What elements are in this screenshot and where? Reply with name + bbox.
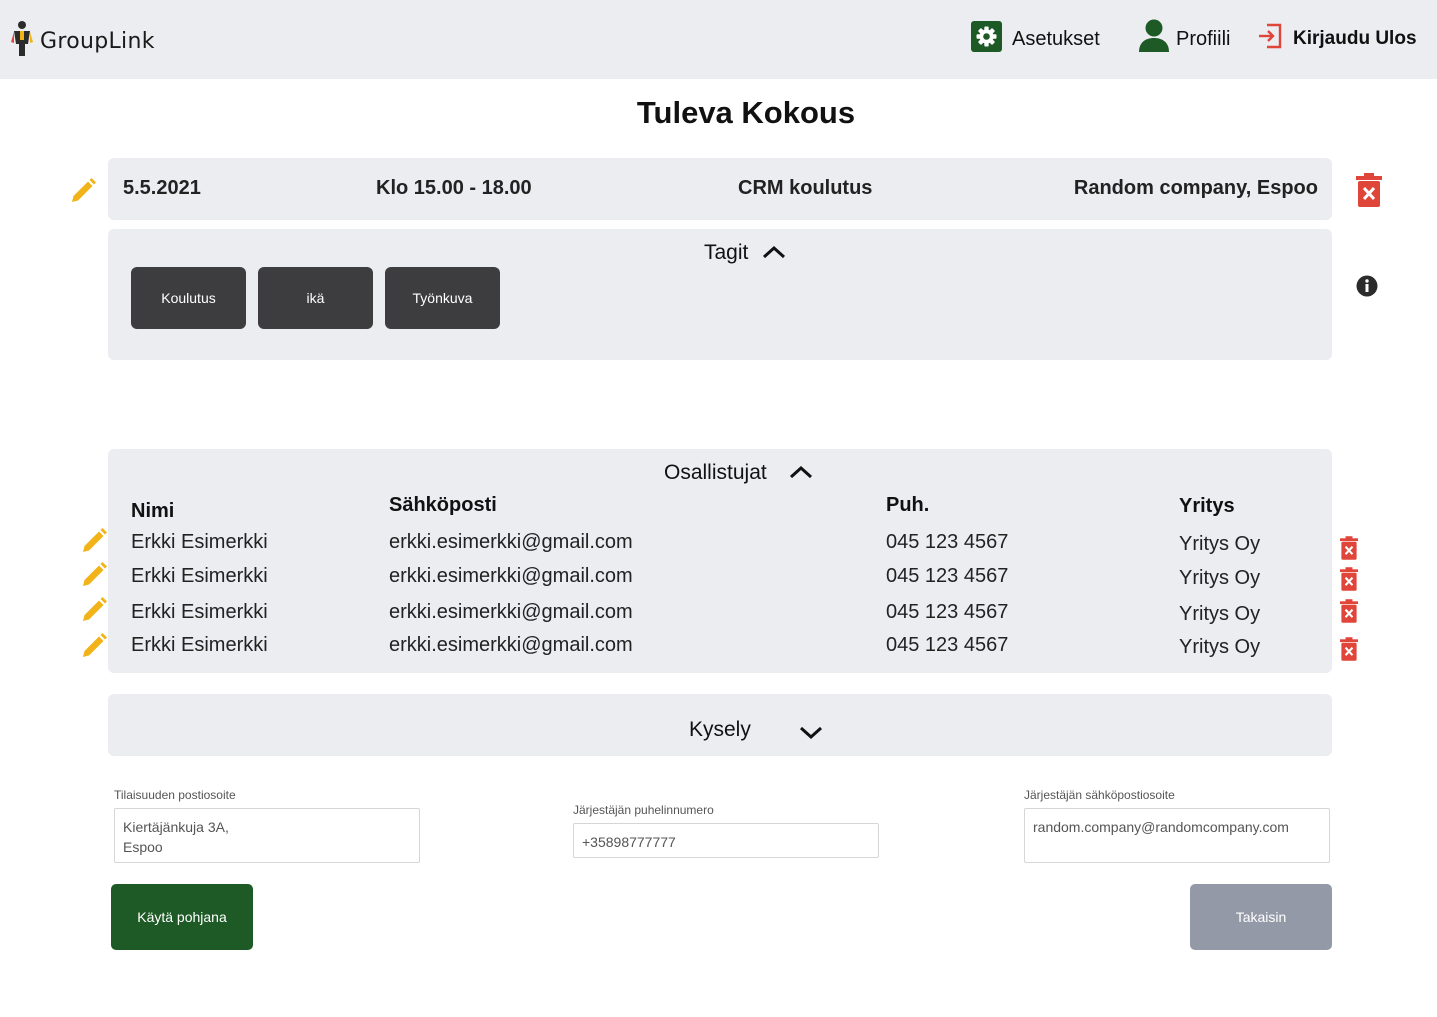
participant-phone: 045 123 4567: [886, 634, 1009, 656]
survey-section[interactable]: Kysely: [108, 694, 1332, 756]
participants-heading: Osallistujat: [664, 461, 767, 484]
profile-link[interactable]: Profiili: [1138, 19, 1231, 59]
top-navigation-bar: GroupLink Asetukset Profiili Kirjaudu Ul…: [0, 0, 1437, 79]
info-icon[interactable]: [1356, 275, 1378, 297]
edit-participant-pencil-icon[interactable]: [80, 632, 108, 660]
edit-participant-pencil-icon[interactable]: [80, 527, 108, 555]
page-title: Tuleva Kokous: [636, 95, 856, 130]
participant-name: Erkki Esimerkki: [131, 601, 268, 623]
edit-participant-pencil-icon[interactable]: [80, 561, 108, 589]
meeting-location: Random company, Espoo: [1073, 177, 1318, 199]
tag-ika[interactable]: ikä: [258, 267, 373, 329]
delete-meeting-trash-icon[interactable]: [1355, 172, 1383, 208]
chevron-up-icon: [762, 241, 786, 265]
participant-name: Erkki Esimerkki: [131, 531, 268, 553]
delete-participant-trash-icon[interactable]: [1339, 566, 1359, 592]
logout-icon: [1257, 23, 1283, 55]
participant-company: Yritys Oy: [1179, 567, 1261, 589]
gear-icon: [971, 20, 1002, 58]
participant-email: erkki.esimerkki@gmail.com: [389, 634, 633, 656]
participant-phone: 045 123 4567: [886, 531, 1009, 553]
participant-phone: 045 123 4567: [886, 565, 1009, 587]
app-logo[interactable]: GroupLink: [10, 20, 155, 63]
survey-heading: Kysely: [689, 718, 751, 741]
address-field-label: Tilaisuuden postiosoite: [114, 788, 236, 802]
address-field[interactable]: Kiertäjänkuja 3A, Espoo: [114, 808, 420, 863]
meeting-date: 5.5.2021: [123, 177, 201, 199]
survey-header[interactable]: Kysely: [689, 714, 823, 746]
tags-header[interactable]: Tagit: [704, 241, 786, 265]
column-header-name: Nimi: [131, 500, 175, 522]
tags-heading: Tagit: [704, 241, 749, 264]
participant-email: erkki.esimerkki@gmail.com: [389, 601, 633, 623]
participant-name: Erkki Esimerkki: [131, 634, 268, 656]
delete-participant-trash-icon[interactable]: [1339, 535, 1359, 561]
edit-meeting-pencil-icon[interactable]: [68, 176, 98, 206]
phone-field[interactable]: +35898777777: [573, 823, 879, 858]
participants-section: Osallistujat Nimi Sähköposti Puh. Yritys…: [108, 449, 1332, 673]
tag-koulutus[interactable]: Koulutus: [131, 267, 246, 329]
meeting-time: Klo 15.00 - 18.00: [376, 177, 532, 199]
phone-field-label: Järjestäjän puhelinnumero: [573, 803, 714, 817]
delete-participant-trash-icon[interactable]: [1339, 636, 1359, 662]
logout-label: Kirjaudu Ulos: [1293, 28, 1417, 49]
tags-section: Tagit Koulutus ikä Työnkuva: [108, 229, 1332, 360]
delete-participant-trash-icon[interactable]: [1339, 598, 1359, 624]
user-icon: [1138, 19, 1170, 59]
use-template-button[interactable]: Käytä pohjana: [111, 884, 253, 950]
edit-participant-pencil-icon[interactable]: [80, 596, 108, 624]
meeting-topic: CRM koulutus: [738, 177, 873, 199]
participant-email: erkki.esimerkki@gmail.com: [389, 565, 633, 587]
column-header-company: Yritys: [1179, 495, 1235, 517]
chevron-up-icon: [789, 461, 813, 485]
participant-email: erkki.esimerkki@gmail.com: [389, 531, 633, 553]
settings-label: Asetukset: [1012, 27, 1100, 50]
participant-company: Yritys Oy: [1179, 533, 1261, 555]
meeting-summary-bar: 5.5.2021 Klo 15.00 - 18.00 CRM koulutus …: [108, 158, 1332, 220]
tag-tyonkuva[interactable]: Työnkuva: [385, 267, 500, 329]
column-header-phone: Puh.: [886, 494, 930, 516]
grouplink-logo-icon: [10, 20, 34, 63]
logout-link[interactable]: Kirjaudu Ulos: [1257, 20, 1417, 58]
column-header-email: Sähköposti: [389, 494, 497, 516]
email-field-label: Järjestäjän sähköpostiosoite: [1024, 788, 1175, 802]
participant-company: Yritys Oy: [1179, 603, 1261, 625]
profile-label: Profiili: [1176, 27, 1231, 50]
participant-name: Erkki Esimerkki: [131, 565, 268, 587]
email-field[interactable]: random.company@randomcompany.com: [1024, 808, 1330, 863]
chevron-down-icon: [799, 722, 823, 746]
participant-phone: 045 123 4567: [886, 601, 1009, 623]
back-button[interactable]: Takaisin: [1190, 884, 1332, 950]
participant-company: Yritys Oy: [1179, 636, 1261, 658]
app-name: GroupLink: [40, 29, 155, 54]
participants-header[interactable]: Osallistujat: [664, 461, 813, 485]
settings-link[interactable]: Asetukset: [971, 20, 1100, 58]
